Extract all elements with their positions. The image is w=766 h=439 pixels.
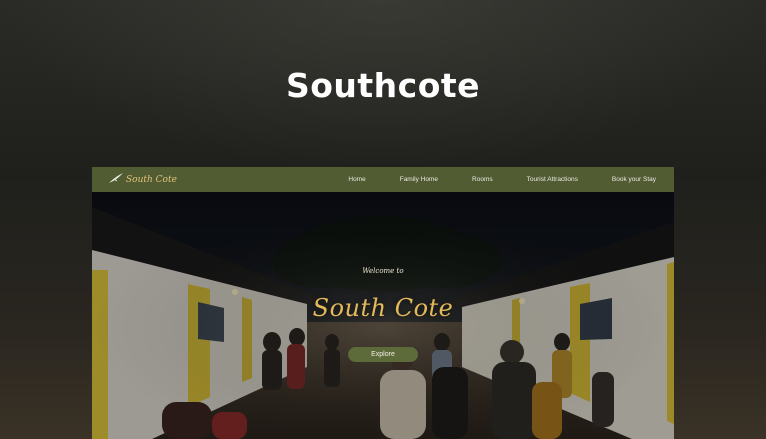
nav-item-book-your-stay[interactable]: Book your Stay <box>612 176 656 183</box>
hero-title: South Cote <box>312 294 454 322</box>
main-nav: Home Family Home Rooms Tourist Attractio… <box>314 167 656 192</box>
nav-item-home[interactable]: Home <box>348 176 365 183</box>
site-navbar: South Cote Home Family Home Rooms Touris… <box>92 167 674 192</box>
nav-item-tourist-attractions[interactable]: Tourist Attractions <box>527 176 578 183</box>
hero-section: Welcome to South Cote Explore <box>92 192 674 439</box>
nav-item-rooms[interactable]: Rooms <box>472 176 493 183</box>
nav-item-family-home[interactable]: Family Home <box>400 176 438 183</box>
explore-button[interactable]: Explore <box>348 347 418 362</box>
bird-logo-icon <box>108 171 124 189</box>
page-title: Southcote <box>285 66 481 105</box>
hero-welcome-text: Welcome to <box>362 267 404 275</box>
site-logo[interactable]: South Cote <box>108 170 177 189</box>
logo-text: South Cote <box>126 174 177 185</box>
website-preview: South Cote Home Family Home Rooms Touris… <box>92 167 674 439</box>
